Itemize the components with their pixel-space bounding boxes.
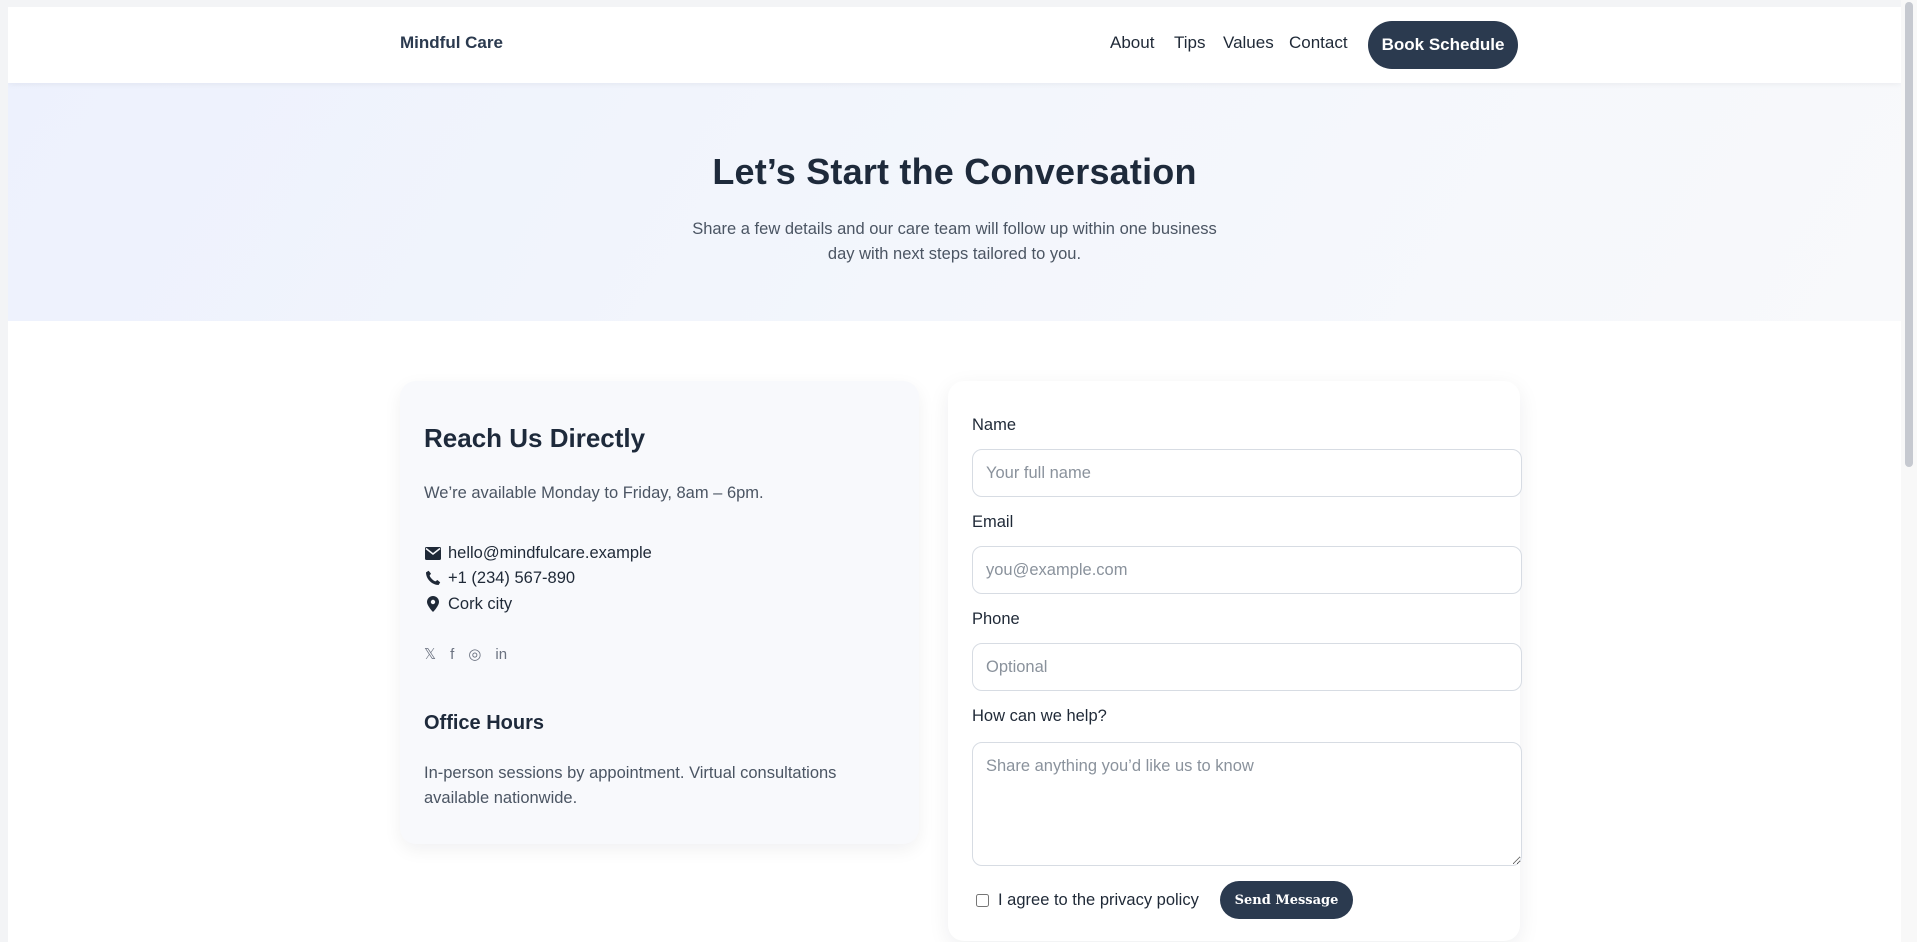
contact-form: Name Email Phone How can we help? I agre… [948, 381, 1522, 941]
linkedin-icon[interactable]: in [495, 644, 507, 664]
send-message-button[interactable]: Send Message [1220, 881, 1353, 919]
phone-icon [424, 569, 442, 587]
contact-email-line[interactable]: hello@mindfulcare.example [424, 541, 652, 565]
contact-phone-line[interactable]: +1 (234) 567-890 [424, 566, 575, 590]
site-header: Mindful Care About Tips Values Contact B… [8, 7, 1901, 83]
privacy-checkbox[interactable] [976, 893, 989, 907]
brand-logo[interactable]: Mindful Care [400, 33, 503, 53]
nav-tips-link[interactable]: Tips [1174, 33, 1206, 53]
help-textarea[interactable] [972, 742, 1522, 866]
instagram-icon[interactable]: ◎ [468, 644, 481, 664]
office-hours-title: Office Hours [424, 712, 545, 734]
nav-contact-link[interactable]: Contact [1289, 33, 1348, 53]
x-icon[interactable]: 𝕏 [424, 644, 436, 664]
hero-subtitle: Share a few details and our care team wi… [692, 220, 1217, 263]
scrollbar-thumb[interactable] [1905, 2, 1913, 467]
phone-input[interactable] [972, 643, 1522, 691]
nav-about-link[interactable]: About [1110, 33, 1154, 53]
envelope-icon [424, 544, 442, 562]
contact-location-line: Cork city [424, 592, 512, 616]
contact-info-card: Reach Us Directly We’re available Monday… [400, 381, 919, 844]
contact-phone: +1 (234) 567-890 [448, 568, 576, 587]
social-links: 𝕏 f ◎ in [424, 644, 521, 664]
email-input[interactable] [972, 546, 1522, 594]
map-pin-icon [424, 595, 442, 613]
hero-section: Let’s Start the Conversation Share a few… [8, 83, 1901, 321]
page-title: Let’s Start the Conversation [712, 151, 1197, 192]
help-label: How can we help? [972, 707, 1107, 725]
book-schedule-button[interactable]: Book Schedule [1368, 21, 1518, 69]
phone-label: Phone [972, 610, 1020, 628]
contact-email: hello@mindfulcare.example [448, 543, 652, 562]
nav-values-link[interactable]: Values [1223, 33, 1274, 53]
page: Mindful Care About Tips Values Contact B… [8, 7, 1901, 942]
availability-text: We’re available Monday to Friday, 8am – … [424, 484, 764, 502]
contact-location: Cork city [448, 594, 513, 613]
office-hours-text: In-person sessions by appointment. Virtu… [424, 764, 837, 807]
info-card-title: Reach Us Directly [424, 423, 646, 453]
page-scrollbar[interactable] [1901, 0, 1917, 942]
name-input[interactable] [972, 449, 1522, 497]
facebook-icon[interactable]: f [450, 644, 454, 664]
email-label: Email [972, 513, 1014, 531]
privacy-agreement: I agree to the privacy policy [974, 881, 1199, 919]
privacy-label[interactable]: I agree to the privacy policy [998, 891, 1199, 910]
name-label: Name [972, 416, 1017, 434]
